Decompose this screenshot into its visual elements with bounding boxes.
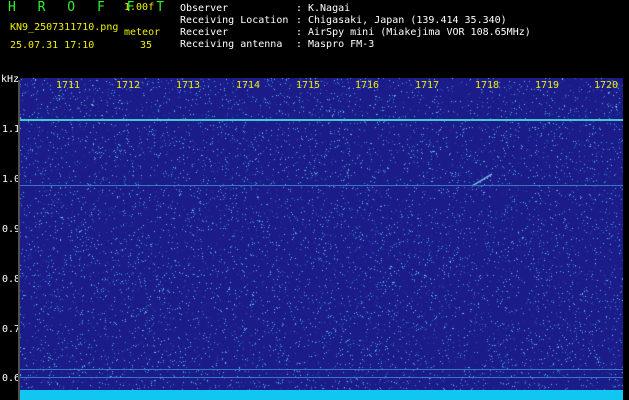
receiver-sep: : [296,27,303,38]
x-tick: 1719 [535,80,560,91]
antenna-label: Receiving antenna [180,39,283,50]
observer-sep: : [296,3,303,14]
spectrogram-panel [20,78,623,400]
lower-line [20,377,623,378]
x-tick: 1720 [594,80,619,91]
x-tick: 1711 [56,80,81,91]
baseband-strip [20,390,623,400]
meteor-count: 35 [140,40,153,51]
location-sep: : [296,15,303,26]
receiver-label: Receiver [180,27,229,38]
x-tick: 1717 [415,80,440,91]
lower-line [20,369,623,370]
observer-value: K.Nagai [308,3,351,14]
location-label: Receiving Location [180,15,289,26]
echo-line [20,185,623,186]
timestamp: 25.07.31 17:10 [10,40,95,51]
meteor-label: meteor [124,27,161,38]
x-tick: 1715 [296,80,321,91]
antenna-value: Maspro FM-3 [308,39,375,50]
observer-label: Observer [180,3,229,14]
y-axis-unit: kHz [1,74,20,85]
app-version: 1.00f [124,2,155,13]
x-tick: 1718 [475,80,500,91]
header-panel: H R O F F T 1.00f KN9_2507311710.png 25.… [0,0,629,75]
x-tick: 1716 [355,80,380,91]
x-tick: 1714 [236,80,261,91]
receiver-value: AirSpy mini (Miakejima VOR 108.65MHz) [308,27,531,38]
x-tick: 1713 [176,80,201,91]
carrier-line [20,119,623,121]
spectrogram-noise [20,78,623,400]
file-name: KN9_2507311710.png [10,22,119,33]
antenna-sep: : [296,39,303,50]
location-value: Chigasaki, Japan (139.414 35.340) [308,15,507,26]
x-tick: 1712 [116,80,141,91]
